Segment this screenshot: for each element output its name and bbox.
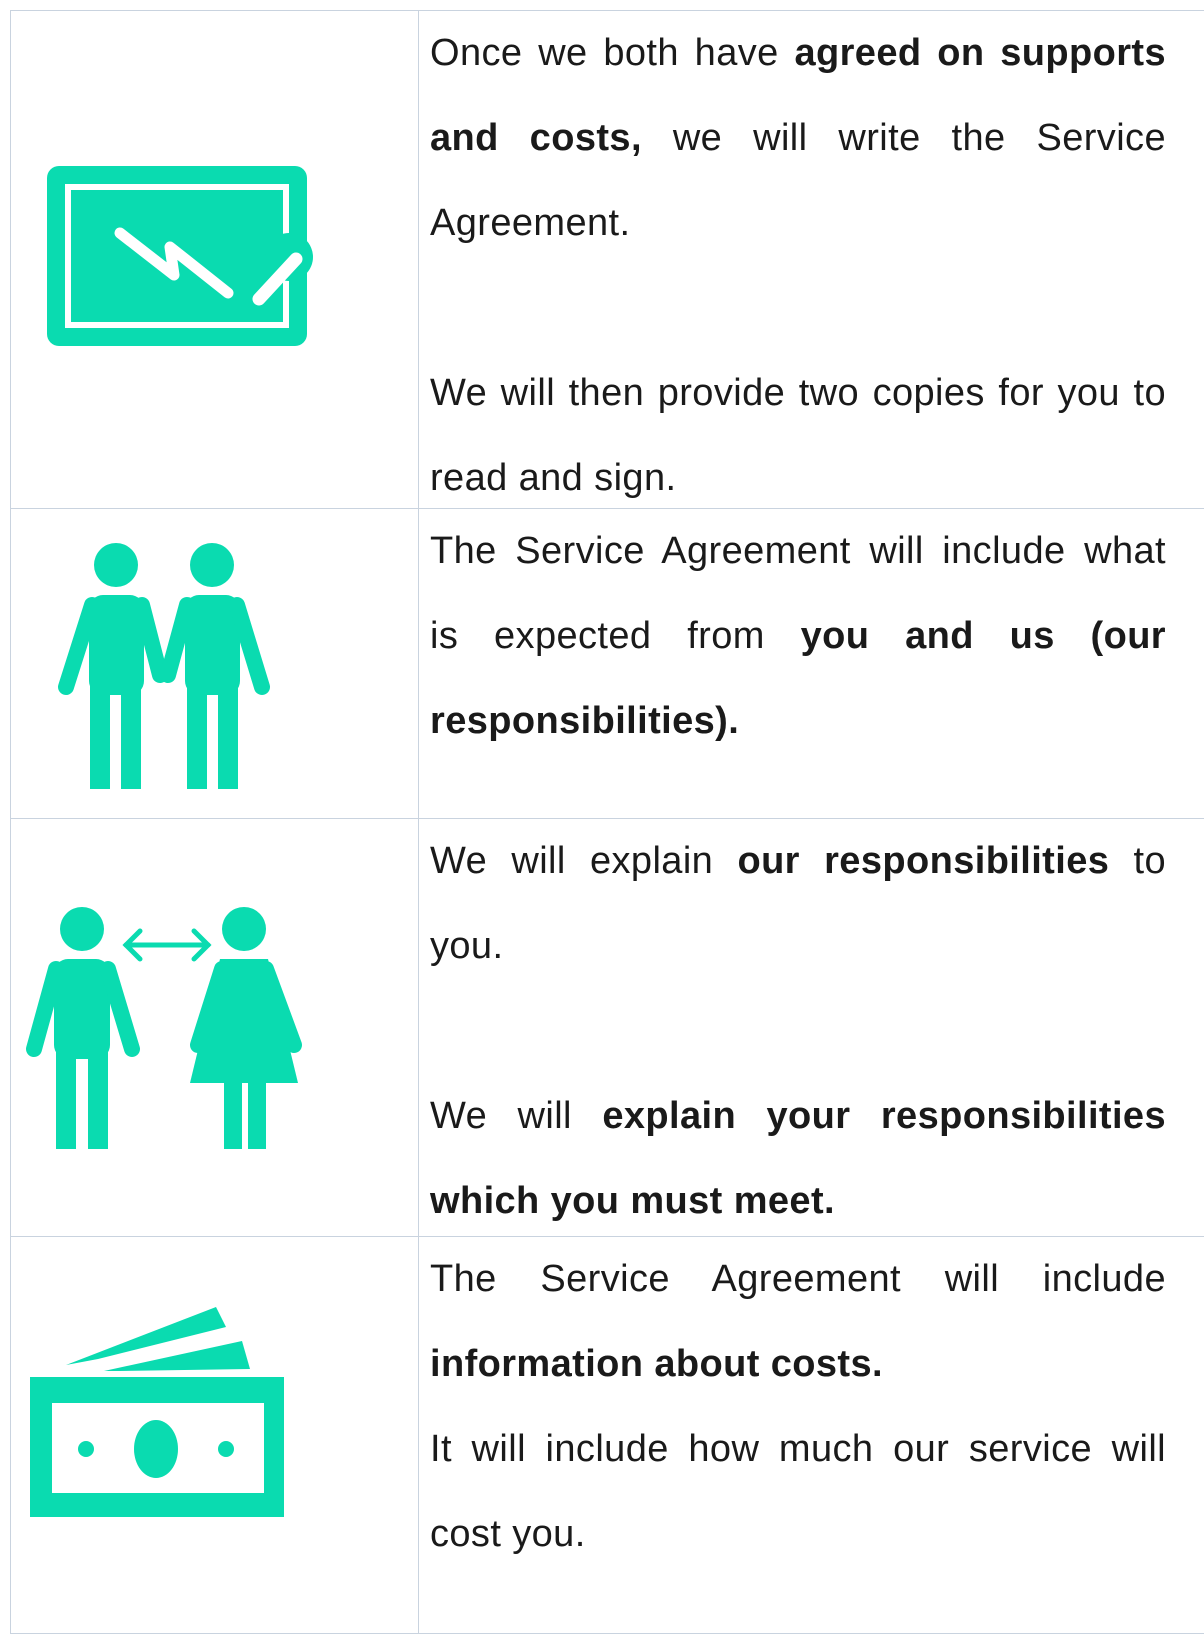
paragraph: We will explain your responsibilities wh… bbox=[430, 1095, 1166, 1222]
table-row: Once we both have agreed on supports and… bbox=[10, 10, 1204, 509]
text-cell: The Service Agreement will include infor… bbox=[430, 1237, 1166, 1577]
icon-cell bbox=[10, 819, 418, 1237]
paragraph: We will then provide two copies for you … bbox=[430, 372, 1166, 499]
paragraph: It will include how much our service wil… bbox=[430, 1428, 1166, 1555]
table-row: We will explain our responsibilities to … bbox=[10, 818, 1204, 1237]
text-cell: Once we both have agreed on supports and… bbox=[430, 11, 1166, 521]
icon-cell bbox=[10, 11, 418, 509]
table-row: The Service Agreement will include infor… bbox=[10, 1236, 1204, 1634]
signature-board-icon bbox=[47, 166, 313, 346]
money-icon bbox=[30, 1307, 284, 1517]
text-cell: The Service Agreement will include what … bbox=[430, 509, 1166, 764]
text-cell: We will explain our responsibilities to … bbox=[430, 819, 1166, 1244]
icon-cell bbox=[10, 1237, 418, 1633]
paragraph: We will explain our responsibilities to … bbox=[430, 840, 1167, 967]
paragraph: The Service Agreement will include infor… bbox=[430, 1258, 1166, 1385]
icon-cell bbox=[10, 509, 418, 819]
table-row: The Service Agreement will include what … bbox=[10, 508, 1204, 819]
two-people-holding-hands-icon bbox=[58, 543, 270, 789]
paragraph: Once we both have agreed on supports and… bbox=[430, 32, 1166, 244]
people-communicating-icon bbox=[26, 907, 302, 1149]
paragraph: The Service Agreement will include what … bbox=[430, 530, 1166, 742]
